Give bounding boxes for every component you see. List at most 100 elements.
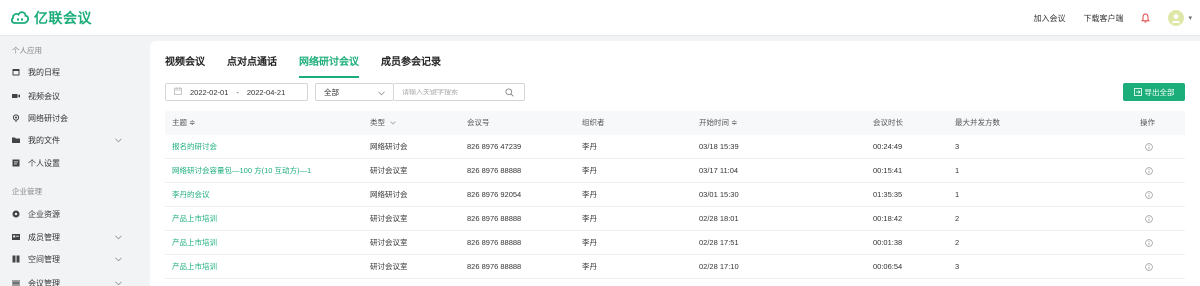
type-select-value: 全部 [324, 87, 339, 97]
date-separator: - [236, 87, 239, 97]
cell-meeting-no: 826 8976 88888 [467, 238, 522, 247]
chevron-down-icon[interactable] [115, 279, 122, 286]
cell-type: 网络研讨会 [370, 142, 408, 151]
settings-card-icon [12, 159, 20, 167]
header-start-time[interactable]: 开始时间 ≑ [699, 111, 737, 135]
info-icon[interactable] [1145, 159, 1153, 183]
cell-start-time: 03/01 15:30 [699, 190, 739, 199]
cell-subject[interactable]: 产品上市培训 [172, 207, 217, 231]
sidebar-item-label: 会议管理 [28, 278, 60, 286]
date-end: 2022-04-21 [246, 87, 286, 97]
header-operation: 操作 [1140, 118, 1155, 127]
info-icon[interactable] [1145, 183, 1153, 207]
search-box [394, 83, 525, 101]
video-camera-icon [12, 92, 20, 100]
cell-max-concurrent: 3 [955, 262, 960, 271]
cell-subject[interactable]: 网络研讨会容量包—100 方(10 互动方)—1 [172, 159, 311, 183]
meeting-manage-icon [12, 279, 20, 286]
cell-organizer: 李丹 [582, 214, 597, 223]
cell-duration: 00:24:49 [873, 142, 903, 151]
caret-down-icon[interactable]: ▾ [1188, 14, 1192, 22]
filter-bar: 2022-02-01 - 2022-04-21 全部 [165, 83, 525, 101]
sidebar-item-enterprise-resources[interactable]: 企业资源 [0, 206, 140, 222]
cell-meeting-no: 826 8976 47239 [467, 142, 522, 151]
cell-subject[interactable]: 报名的研讨会 [172, 135, 217, 159]
sidebar-item-label: 我的文件 [28, 135, 60, 145]
top-bar: 亿联会议 加入会议 下载客户端 ▾ [0, 0, 1200, 36]
cloud-logo-icon [10, 9, 30, 27]
tab-webinar[interactable]: 网络研讨会议 [299, 53, 359, 78]
info-icon[interactable] [1145, 207, 1153, 231]
app-logo[interactable]: 亿联会议 [10, 8, 92, 28]
cell-organizer: 李丹 [582, 262, 597, 271]
cell-type: 研讨会议室 [370, 166, 408, 175]
info-icon[interactable] [1145, 135, 1153, 159]
header-duration: 会议时长 [873, 118, 903, 127]
cell-meeting-no: 826 8976 88888 [467, 214, 522, 223]
tab-member-records[interactable]: 成员参会记录 [381, 53, 441, 71]
table-header: 主题 ≑ 类型 会议号 组织者 开始时间 ≑ 会议时长 最大并发方数 操作 [165, 111, 1185, 135]
header-meeting-no: 会议号 [467, 118, 490, 127]
info-icon[interactable] [1145, 255, 1153, 279]
header-type-label: 类型 [370, 118, 385, 127]
cell-subject[interactable]: 产品上市培训 [172, 231, 217, 255]
sidebar: 个人应用 我的日程 视频会议 网络研讨会 我的文件 个人设置 企业管理 企业资源… [0, 37, 140, 286]
cell-max-concurrent: 1 [955, 190, 960, 199]
export-all-button[interactable]: 导出全部 [1123, 83, 1185, 101]
sidebar-item-member-management[interactable]: 成员管理 [0, 229, 140, 245]
bell-icon[interactable] [1141, 13, 1151, 23]
chevron-down-icon [378, 89, 385, 98]
tab-p2p-call[interactable]: 点对点通话 [227, 53, 277, 71]
avatar-icon[interactable] [1168, 10, 1185, 26]
header-subject[interactable]: 主题 ≑ [172, 111, 195, 135]
space-icon [12, 255, 20, 263]
sidebar-item-my-files[interactable]: 我的文件 [0, 132, 140, 148]
cell-type: 研讨会议室 [370, 214, 408, 223]
header-type[interactable]: 类型 [370, 111, 396, 135]
cell-start-time: 02/28 17:10 [699, 262, 739, 271]
export-icon [1133, 88, 1142, 96]
sidebar-item-label: 企业资源 [28, 209, 60, 219]
export-all-label: 导出全部 [1144, 87, 1175, 97]
download-client-link[interactable]: 下载客户端 [1083, 13, 1123, 24]
table-row: 产品上市培训 研讨会议室 826 8976 88888 李丹 02/28 18:… [165, 207, 1185, 231]
sidebar-item-label: 我的日程 [28, 67, 60, 77]
cell-subject[interactable]: 李丹的会议 [172, 183, 210, 207]
chevron-down-icon[interactable] [115, 255, 122, 264]
sidebar-item-label: 成员管理 [28, 232, 60, 242]
sidebar-item-personal-settings[interactable]: 个人设置 [0, 155, 140, 171]
info-icon[interactable] [1145, 231, 1153, 255]
type-select[interactable]: 全部 [315, 83, 394, 101]
table-row: 李丹的会议 网络研讨会 826 8976 92054 李丹 03/01 15:3… [165, 183, 1185, 207]
sidebar-item-meeting-management[interactable]: 会议管理 [0, 275, 140, 286]
table-row: 产品上市培训 研讨会议室 826 8976 88888 李丹 02/28 17:… [165, 255, 1185, 279]
cell-max-concurrent: 3 [955, 142, 960, 151]
search-input[interactable] [402, 88, 502, 96]
cell-start-time: 02/28 18:01 [699, 214, 739, 223]
sidebar-item-video-meeting[interactable]: 视频会议 [0, 88, 140, 104]
date-start: 2022-02-01 [190, 87, 229, 97]
sidebar-item-webinar[interactable]: 网络研讨会 [0, 110, 140, 126]
header-max-concurrent: 最大并发方数 [955, 118, 1000, 127]
cell-subject[interactable]: 产品上市培训 [172, 255, 217, 279]
sidebar-section-enterprise: 企业管理 [12, 187, 42, 196]
tab-video-meeting[interactable]: 视频会议 [165, 53, 205, 71]
date-range-picker[interactable]: 2022-02-01 - 2022-04-21 [165, 83, 308, 101]
sidebar-item-my-schedule[interactable]: 我的日程 [0, 64, 140, 80]
chevron-down-icon[interactable] [115, 233, 122, 242]
cell-start-time: 03/17 11:04 [699, 166, 739, 175]
sidebar-item-label: 视频会议 [28, 91, 60, 101]
cell-duration: 00:15:41 [873, 166, 903, 175]
cell-organizer: 李丹 [582, 166, 597, 175]
cell-start-time: 02/28 17:51 [699, 238, 739, 247]
cell-duration: 01:35:35 [873, 190, 903, 199]
cell-type: 研讨会议室 [370, 262, 408, 271]
header-organizer: 组织者 [582, 118, 605, 127]
chevron-down-icon[interactable] [115, 136, 122, 145]
join-meeting-link[interactable]: 加入会议 [1033, 13, 1065, 24]
cell-organizer: 李丹 [582, 190, 597, 199]
sidebar-item-space-management[interactable]: 空间管理 [0, 251, 140, 267]
sidebar-section-personal: 个人应用 [12, 46, 42, 55]
search-icon[interactable] [505, 88, 514, 99]
logo-text: 亿联会议 [34, 10, 92, 26]
